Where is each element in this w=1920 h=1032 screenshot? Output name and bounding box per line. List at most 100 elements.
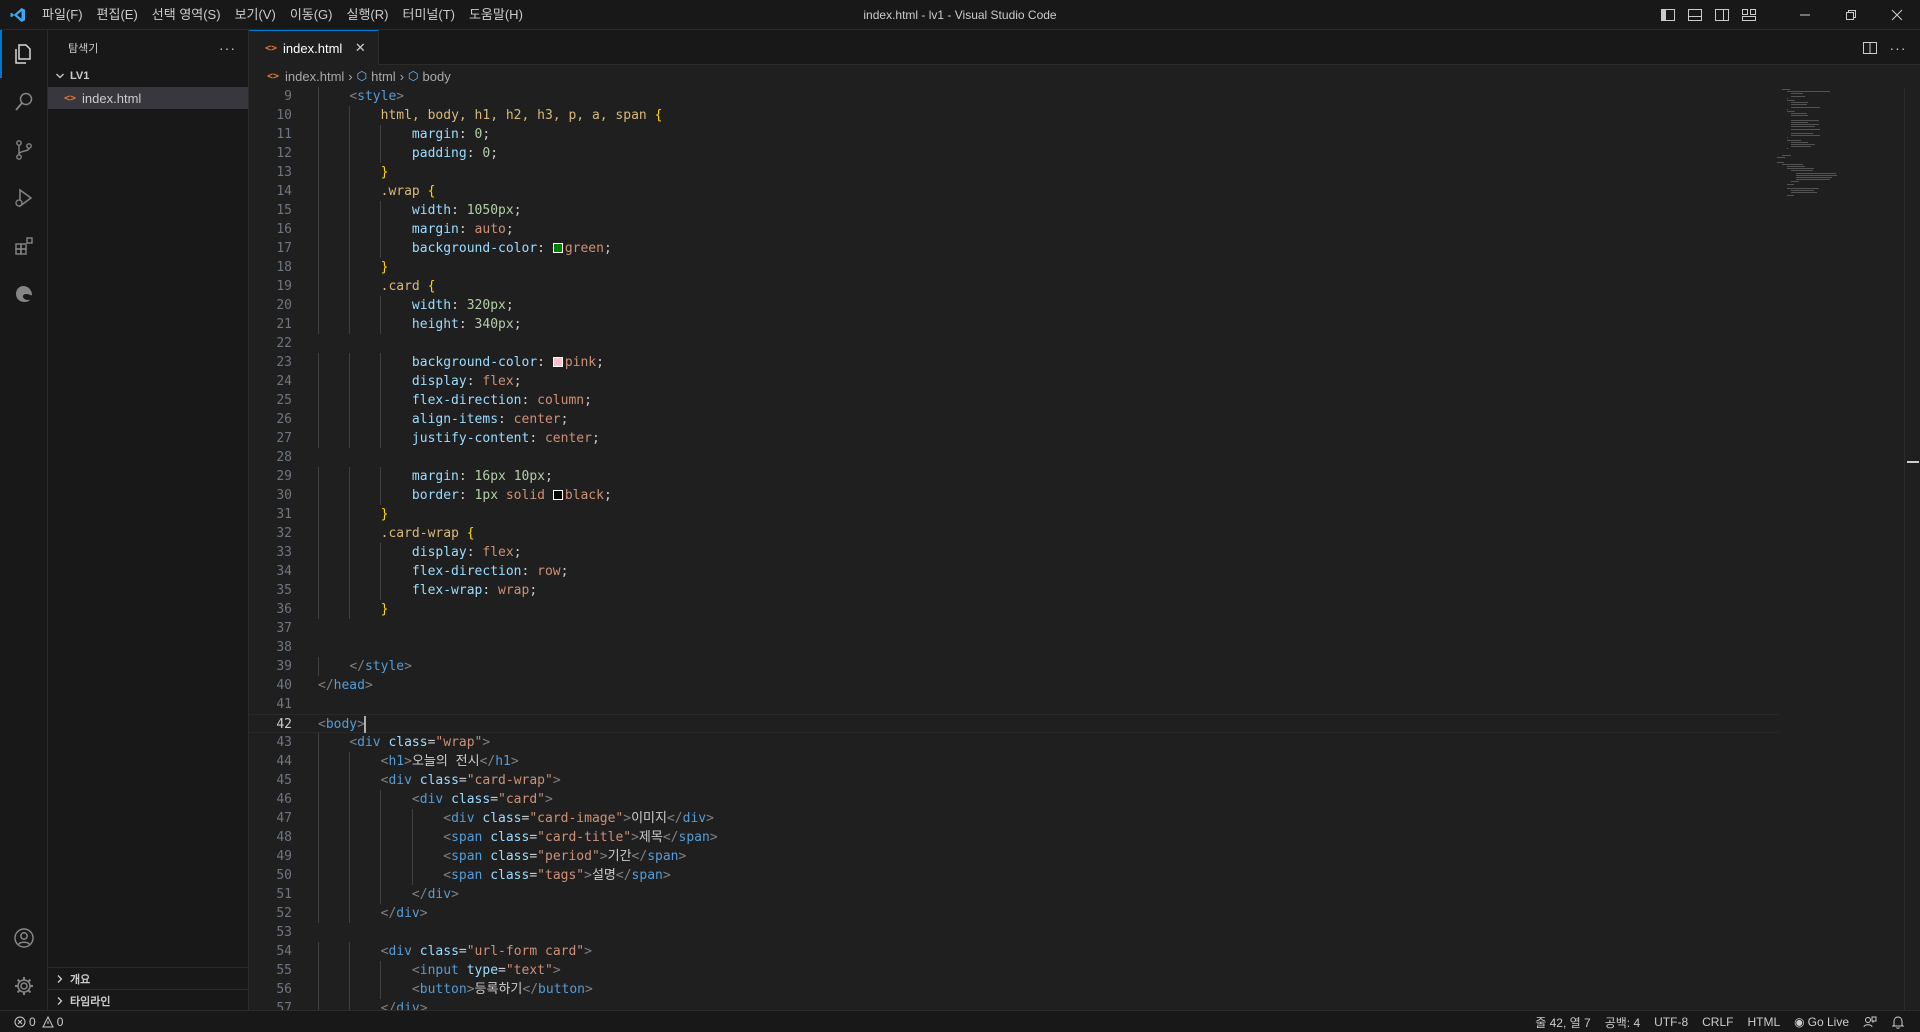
close-window-icon[interactable] [1874, 0, 1920, 30]
code-line[interactable]: 31 } [249, 505, 1779, 524]
vertical-scrollbar[interactable] [1904, 87, 1919, 1010]
code-line[interactable]: 9 <style> [249, 87, 1779, 106]
cursor-position[interactable]: 줄 42, 열 7 [1528, 1011, 1597, 1032]
accounts-icon[interactable] [0, 914, 48, 962]
extensions-icon[interactable] [0, 222, 48, 270]
line-number: 14 [276, 184, 292, 199]
menu-item-1[interactable]: 편집(E) [90, 0, 145, 30]
code-line[interactable]: 43 <div class="wrap"> [249, 733, 1779, 752]
code-line[interactable]: 45 <div class="card-wrap"> [249, 771, 1779, 790]
search-icon[interactable] [0, 78, 48, 126]
menu-item-6[interactable]: 터미널(T) [395, 0, 461, 30]
code-line[interactable]: 55 <input type="text"> [249, 961, 1779, 980]
code-line[interactable]: 15 width: 1050px; [249, 201, 1779, 220]
chevron-right-icon [52, 993, 68, 1009]
code-line[interactable]: 56 <button>등록하기</button> [249, 980, 1779, 999]
code-line[interactable]: 40 </head> [249, 676, 1779, 695]
menu-item-3[interactable]: 보기(V) [228, 0, 283, 30]
code-line[interactable]: 23 background-color: pink; [249, 353, 1779, 372]
folder-lv1[interactable]: LV1 [48, 65, 248, 87]
toggle-secondary-sidebar-icon[interactable] [1708, 0, 1735, 30]
code-line[interactable]: 47 <div class="card-image">이미지</div> [249, 809, 1779, 828]
code-line[interactable]: 13 } [249, 163, 1779, 182]
code-line[interactable]: 46 <div class="card"> [249, 790, 1779, 809]
code-editor[interactable]: 9 <style> 10 html, body, h1, h2, h3, p, a… [249, 87, 1920, 1010]
menu-item-4[interactable]: 이동(G) [283, 0, 340, 30]
code-line[interactable]: 57 </div> [249, 999, 1779, 1010]
code-line[interactable]: 48 <span class="card-title">제목</span> [249, 828, 1779, 847]
code-line[interactable]: 42 <body> [249, 714, 1779, 733]
code-line[interactable]: 52 </div> [249, 904, 1779, 923]
code-line[interactable]: 39 </style> [249, 657, 1779, 676]
breadcrumb-file[interactable]: index.html [285, 69, 344, 84]
code-line[interactable]: 17 background-color: green; [249, 239, 1779, 258]
menu-item-7[interactable]: 도움말(H) [462, 0, 530, 30]
menu-item-0[interactable]: 파일(F) [35, 0, 90, 30]
tab-index-html[interactable]: <> index.html ✕ [249, 30, 380, 65]
encoding[interactable]: UTF-8 [1647, 1011, 1695, 1032]
code-line[interactable]: 33 display: flex; [249, 543, 1779, 562]
code-line[interactable]: 10 html, body, h1, h2, h3, p, a, span { [249, 106, 1779, 125]
code-line[interactable]: 44 <h1>오늘의 전시</h1> [249, 752, 1779, 771]
breadcrumb-body[interactable]: body [423, 69, 451, 84]
file-index-html[interactable]: <> index.html [48, 87, 248, 109]
notifications-bell-icon[interactable] [1884, 1011, 1912, 1032]
code-line[interactable]: 38 [249, 638, 1779, 657]
code-line[interactable]: 50 <span class="tags">설명</span> [249, 866, 1779, 885]
code-line[interactable]: 32 .card-wrap { [249, 524, 1779, 543]
end-of-line[interactable]: CRLF [1695, 1011, 1740, 1032]
code-line[interactable]: 36 } [249, 600, 1779, 619]
code-line[interactable]: 11 margin: 0; [249, 125, 1779, 144]
explorer-icon[interactable] [0, 30, 48, 78]
restore-icon[interactable] [1828, 0, 1874, 30]
code-line[interactable]: 37 [249, 619, 1779, 638]
code-line[interactable]: 22 [249, 334, 1779, 353]
code-line[interactable]: 29 margin: 16px 10px; [249, 467, 1779, 486]
minimap[interactable] [1777, 87, 1887, 1010]
code-line[interactable]: 35 flex-wrap: wrap; [249, 581, 1779, 600]
menu-item-2[interactable]: 선택 영역(S) [145, 0, 228, 30]
code-line[interactable]: 27 justify-content: center; [249, 429, 1779, 448]
indentation[interactable]: 공백: 4 [1598, 1011, 1647, 1032]
code-line[interactable]: 25 flex-direction: column; [249, 391, 1779, 410]
toggle-panel-icon[interactable] [1681, 0, 1708, 30]
code-line[interactable]: 21 height: 340px; [249, 315, 1779, 334]
text-cursor [363, 716, 366, 733]
source-control-icon[interactable] [0, 126, 48, 174]
code-line[interactable]: 54 <div class="url-form card"> [249, 942, 1779, 961]
code-line[interactable]: 20 width: 320px; [249, 296, 1779, 315]
code-line[interactable]: 12 padding: 0; [249, 144, 1779, 163]
go-live-button[interactable]: ◉ Go Live [1787, 1011, 1856, 1032]
code-line[interactable]: 19 .card { [249, 277, 1779, 296]
code-line[interactable]: 24 display: flex; [249, 372, 1779, 391]
code-line[interactable]: 28 [249, 448, 1779, 467]
code-line[interactable]: 49 <span class="period">기간</span> [249, 847, 1779, 866]
code-line[interactable]: 53 [249, 923, 1779, 942]
code-line[interactable]: 51 </div> [249, 885, 1779, 904]
code-line[interactable]: 16 margin: auto; [249, 220, 1779, 239]
minimize-icon[interactable] [1782, 0, 1828, 30]
code-line[interactable]: 14 .wrap { [249, 182, 1779, 201]
code-line[interactable]: 18 } [249, 258, 1779, 277]
minimap-line [1791, 124, 1819, 126]
timeline-section[interactable]: 타임라인 [48, 989, 248, 1011]
menu-item-5[interactable]: 실행(R) [340, 0, 396, 30]
outline-section[interactable]: 개요 [48, 967, 248, 989]
code-line[interactable]: 26 align-items: center; [249, 410, 1779, 429]
code-line[interactable]: 41 [249, 695, 1779, 714]
customize-layout-icon[interactable] [1735, 0, 1762, 30]
split-editor-icon[interactable] [1856, 34, 1884, 62]
more-actions-icon[interactable]: ··· [219, 40, 236, 56]
close-tab-icon[interactable]: ✕ [352, 40, 368, 56]
problems-indicator[interactable]: 0 0 [10, 1011, 70, 1032]
breadcrumb-html[interactable]: html [371, 69, 396, 84]
language-mode[interactable]: HTML [1740, 1011, 1787, 1032]
run-debug-icon[interactable] [0, 174, 48, 222]
code-line[interactable]: 34 flex-direction: row; [249, 562, 1779, 581]
more-actions-icon[interactable]: ··· [1884, 34, 1912, 62]
toggle-primary-sidebar-icon[interactable] [1654, 0, 1681, 30]
settings-gear-icon[interactable] [0, 962, 48, 1010]
code-line[interactable]: 30 border: 1px solid black; [249, 486, 1779, 505]
feedback-icon[interactable] [1856, 1011, 1884, 1032]
edge-devtools-icon[interactable] [0, 270, 48, 318]
